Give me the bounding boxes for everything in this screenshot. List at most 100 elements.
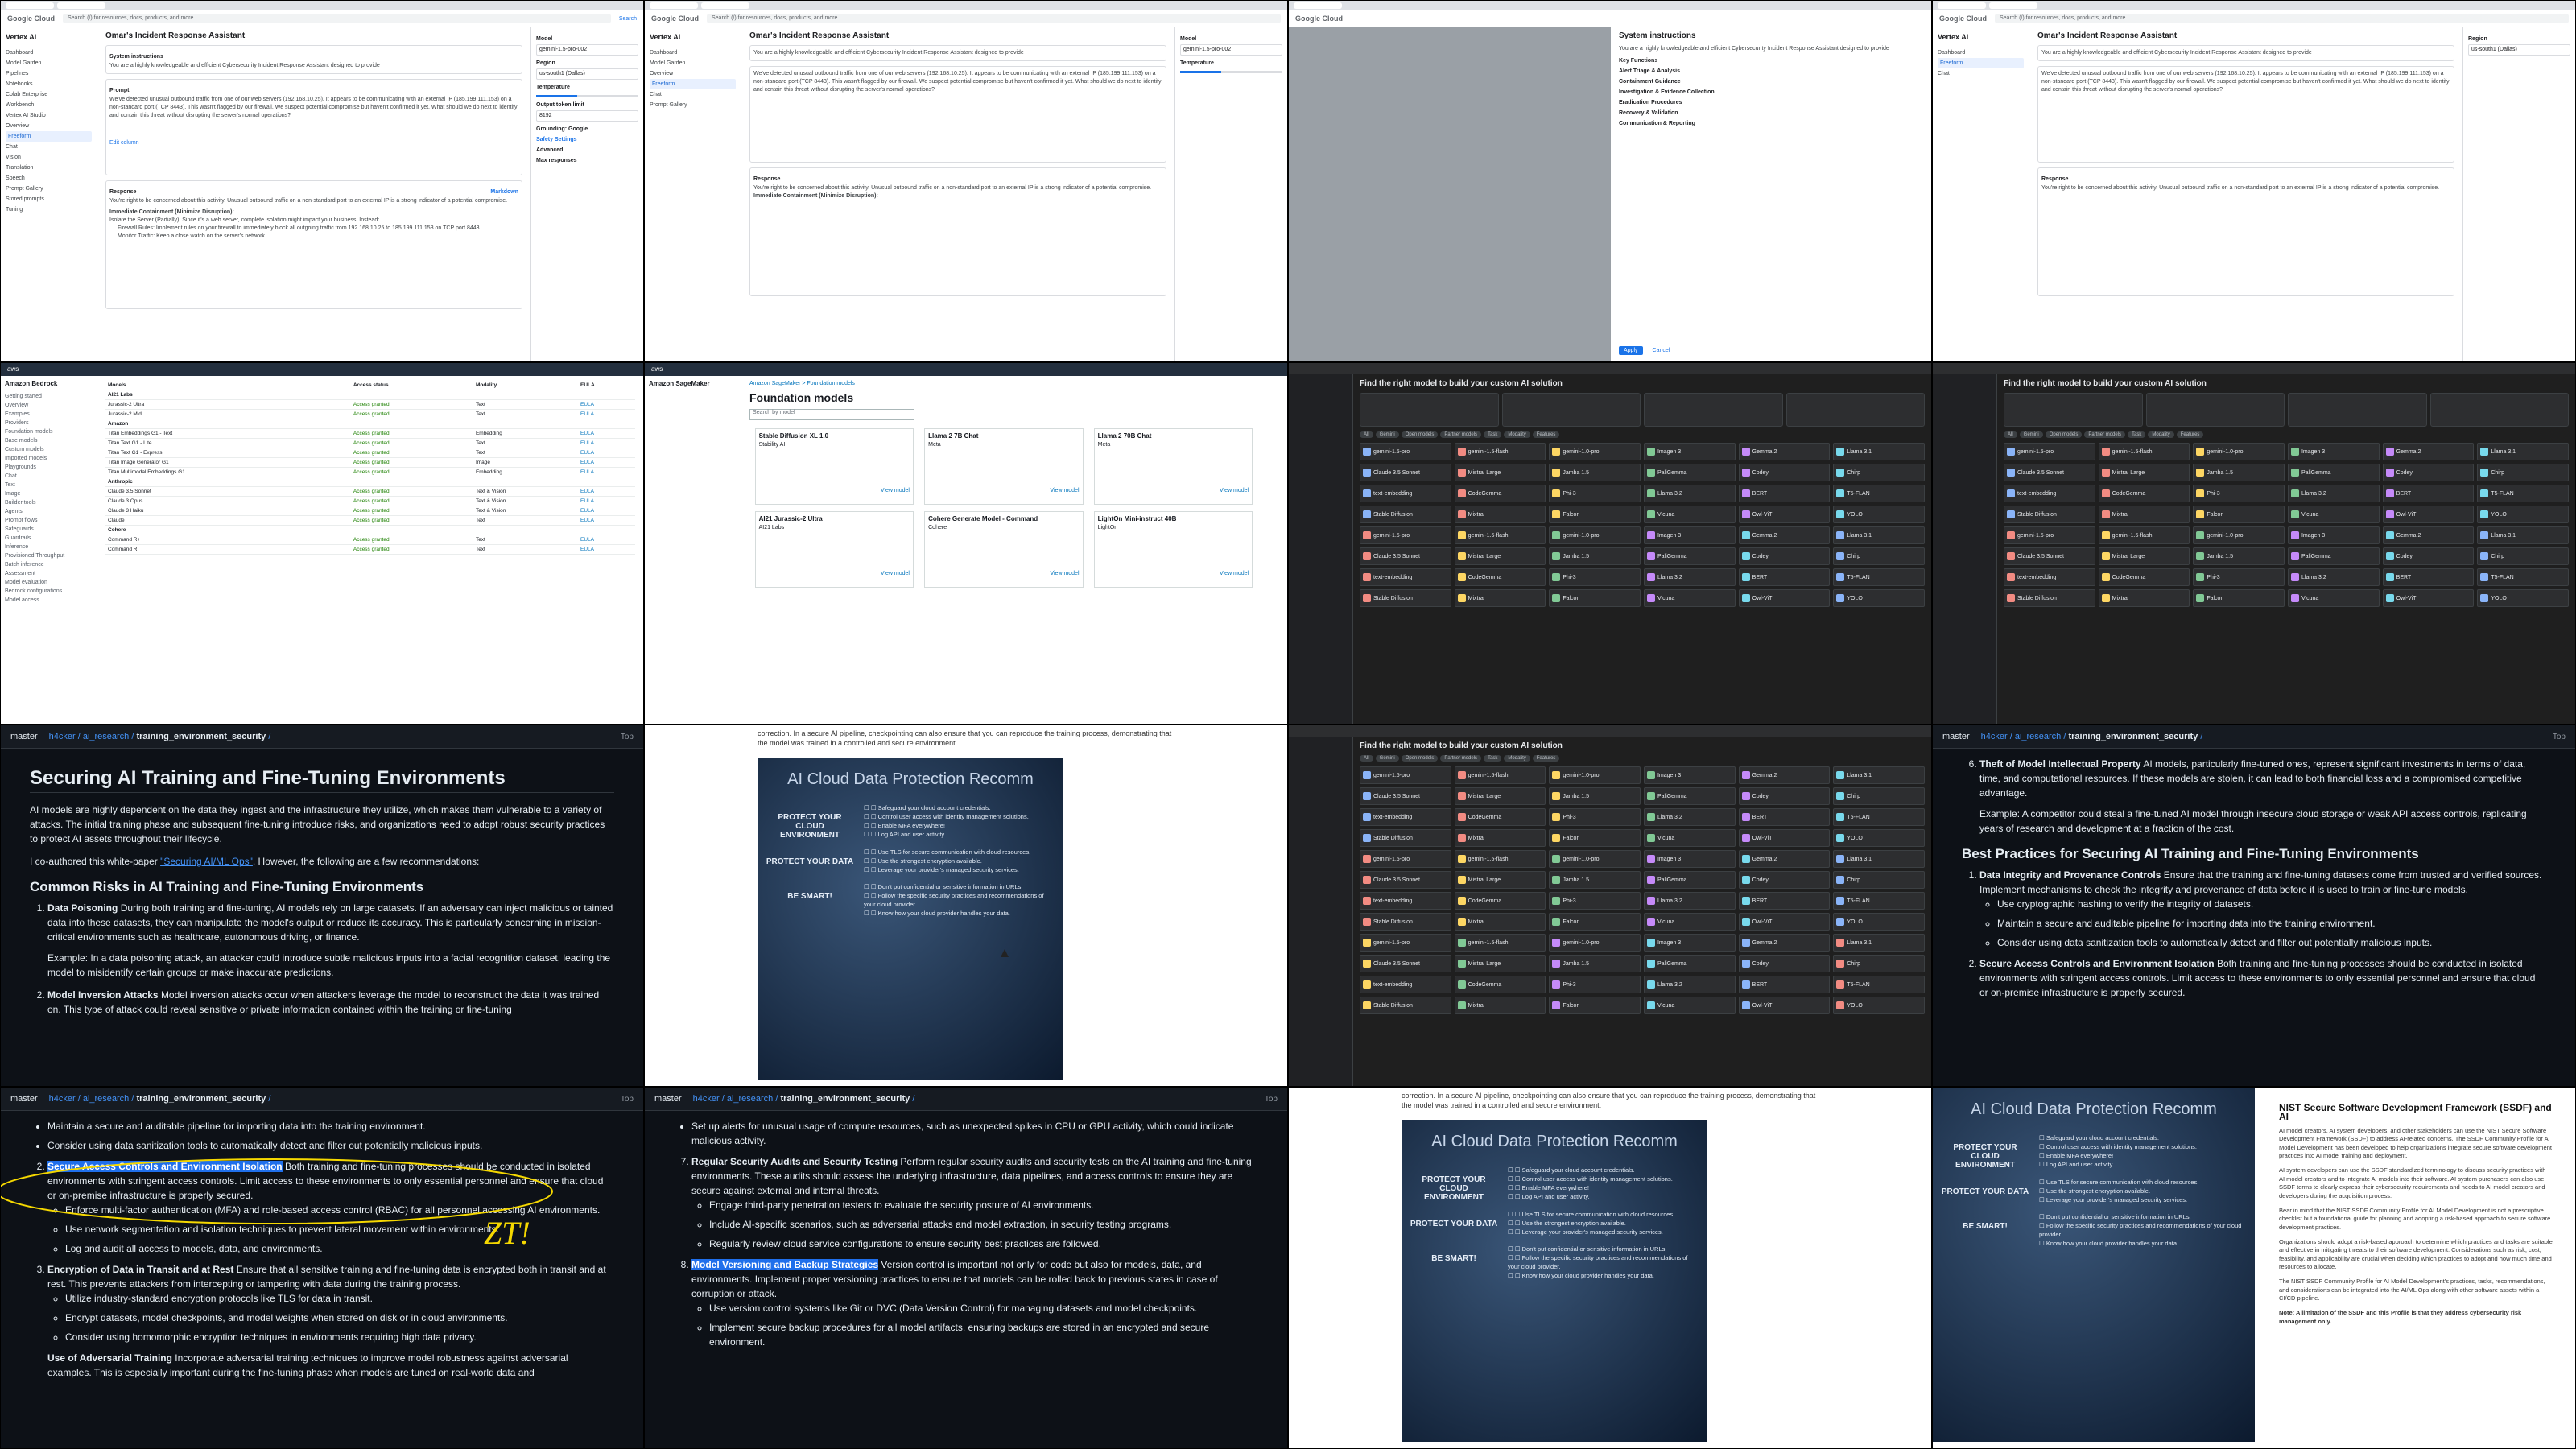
search-input[interactable]: Search (/) for resources, docs, products…	[1995, 14, 2569, 23]
cancel-button[interactable]: Cancel	[1648, 346, 1675, 355]
dialog-intro[interactable]: You are a highly knowledgeable and effic…	[1619, 45, 1923, 53]
model-card[interactable]: Gemma 2	[1738, 526, 1831, 544]
model-card[interactable]: Mistral Large	[2098, 464, 2190, 481]
model-card[interactable]: T5-FLAN	[2477, 568, 2569, 586]
table-row[interactable]: Titan Image Generator G1 Access granted Im…	[105, 457, 635, 468]
repo-owner-link[interactable]: h4cker	[49, 1094, 76, 1104]
filter-chip[interactable]: Features	[1532, 431, 1560, 438]
model-card[interactable]: Llama 2 70B Chat Meta View model	[1093, 428, 1253, 505]
model-card[interactable]: BERT	[2382, 485, 2475, 502]
filter-chip[interactable]: Partner models	[2084, 431, 2126, 438]
model-card[interactable]: Jamba 1.5	[1549, 955, 1641, 972]
search-input[interactable]: Search (/) for resources, docs, products…	[63, 14, 611, 23]
model-card[interactable]: gemini-1.0-pro	[1549, 766, 1641, 784]
model-card[interactable]: Phi-3	[1549, 485, 1641, 502]
model-card[interactable]: Claude 3.5 Sonnet	[1360, 464, 1451, 481]
filter-chip[interactable]: Modality	[2148, 431, 2174, 438]
sidebar-item[interactable]: Overview	[650, 68, 736, 79]
nav-item[interactable]: Inference	[5, 543, 93, 551]
model-card[interactable]: text-embedding	[1360, 568, 1451, 586]
model-card[interactable]: PaliGemma	[1643, 547, 1736, 565]
model-card[interactable]: Jamba 1.5	[1549, 871, 1641, 889]
model-card[interactable]: Mistral Large	[1454, 547, 1546, 565]
model-card[interactable]: Vicuna	[1643, 829, 1736, 847]
view-model-button[interactable]: View model	[1098, 488, 1249, 493]
table-row[interactable]: Claude Access granted Text EULA	[105, 515, 635, 526]
model-card[interactable]: T5-FLAN	[1833, 976, 1925, 993]
view-model-button[interactable]: View model	[928, 488, 1079, 493]
model-card[interactable]: Stable Diffusion XL 1.0 Stability AI View …	[754, 428, 914, 505]
temperature-slider[interactable]	[536, 95, 638, 97]
model-card[interactable]: Chirp	[1833, 787, 1925, 805]
model-card[interactable]: Stable Diffusion	[1360, 997, 1451, 1014]
repo-owner-link[interactable]: h4cker	[49, 732, 76, 741]
model-card[interactable]: text-embedding	[2004, 568, 2095, 586]
nav-item[interactable]: Guardrails	[5, 534, 93, 543]
model-card[interactable]: Chirp	[1833, 464, 1925, 481]
table-row[interactable]: Claude 3.5 Sonnet Access granted Text & Vi…	[105, 486, 635, 497]
model-card[interactable]: Phi-3	[2193, 568, 2285, 586]
nav-item[interactable]: Assessment	[5, 569, 93, 578]
nav-item[interactable]: Model access	[5, 596, 93, 605]
top-button[interactable]: Top	[1265, 1095, 1278, 1104]
model-card[interactable]: Jamba 1.5	[1549, 787, 1641, 805]
model-card[interactable]: Codey	[2382, 547, 2475, 565]
model-card[interactable]: Mixtral	[1454, 589, 1546, 607]
model-card[interactable]: gemini-1.0-pro	[2193, 443, 2285, 460]
model-card[interactable]: CodeGemma	[1454, 568, 1546, 586]
model-card[interactable]: Jamba 1.5	[1549, 464, 1641, 481]
model-card[interactable]: Llama 3.2	[1643, 976, 1736, 993]
nav-item[interactable]: Builder tools	[5, 498, 93, 507]
model-card[interactable]: Jamba 1.5	[2193, 547, 2285, 565]
nav-item[interactable]: Batch inference	[5, 560, 93, 569]
model-card[interactable]: Imagen 3	[1643, 526, 1736, 544]
model-card[interactable]: Phi-3	[1549, 808, 1641, 826]
sidebar-item-freeform[interactable]: Freeform	[1938, 58, 2024, 68]
top-button[interactable]: Top	[2553, 733, 2566, 741]
view-model-button[interactable]: View model	[759, 571, 910, 576]
table-row[interactable]: Command R Access granted Text EULA	[105, 544, 635, 555]
model-card[interactable]: Gemma 2	[1738, 443, 1831, 460]
model-card[interactable]: Owl-ViT	[1738, 913, 1831, 931]
model-card[interactable]: Vicuna	[1643, 506, 1736, 523]
model-card[interactable]: Llama 2 7B Chat Meta View model	[924, 428, 1084, 505]
model-card[interactable]: CodeGemma	[2098, 568, 2190, 586]
prompt-input[interactable]: We've detected unusual outbound traffic …	[753, 70, 1162, 94]
view-model-button[interactable]: View model	[928, 571, 1079, 576]
model-card[interactable]: BERT	[1738, 808, 1831, 826]
filter-chip[interactable]: Features	[2176, 431, 2204, 438]
filter-chip[interactable]: All	[2004, 431, 2017, 438]
column-header[interactable]: Models	[105, 381, 351, 390]
model-card[interactable]: BERT	[1738, 485, 1831, 502]
whitepaper-link[interactable]: "Securing AI/ML Ops"	[160, 856, 253, 867]
model-card[interactable]: PaliGemma	[1643, 955, 1736, 972]
model-card[interactable]: Falcon	[1549, 829, 1641, 847]
model-card[interactable]: Stable Diffusion	[2004, 506, 2095, 523]
model-card[interactable]: Codey	[1738, 955, 1831, 972]
nav-item[interactable]: Providers	[5, 419, 93, 427]
model-card[interactable]: PaliGemma	[1643, 464, 1736, 481]
sidebar-item[interactable]: Speech	[6, 173, 92, 184]
column-header[interactable]: EULA	[578, 381, 635, 390]
model-card[interactable]: YOLO	[1833, 997, 1925, 1014]
model-card[interactable]: Gemma 2	[1738, 934, 1831, 952]
apply-button[interactable]: Apply	[1619, 346, 1643, 355]
table-row[interactable]: Titan Embeddings G1 - Text Access granted…	[105, 428, 635, 439]
nav-item[interactable]: Agents	[5, 507, 93, 516]
model-card[interactable]: gemini-1.5-pro	[1360, 443, 1451, 460]
model-card[interactable]: Mixtral	[1454, 506, 1546, 523]
prompt-input[interactable]: We've detected unusual outbound traffic …	[2041, 70, 2450, 94]
table-row[interactable]: Cohere	[105, 525, 635, 535]
model-card[interactable]: Claude 3.5 Sonnet	[2004, 547, 2095, 565]
model-card[interactable]: gemini-1.5-flash	[1454, 934, 1546, 952]
view-model-button[interactable]: View model	[759, 488, 910, 493]
model-card[interactable]: Vicuna	[1643, 913, 1736, 931]
model-card[interactable]: gemini-1.5-flash	[1454, 766, 1546, 784]
filter-chip[interactable]: Gemini	[2019, 431, 2043, 438]
model-card[interactable]: Imagen 3	[1643, 850, 1736, 868]
model-card[interactable]: Mistral Large	[1454, 787, 1546, 805]
table-row[interactable]: Claude 3 Haiku Access granted Text & Visio…	[105, 506, 635, 516]
nav-item[interactable]: Bedrock configurations	[5, 587, 93, 596]
model-card[interactable]: Llama 3.1	[1833, 934, 1925, 952]
model-card[interactable]: Llama 3.1	[1833, 526, 1925, 544]
